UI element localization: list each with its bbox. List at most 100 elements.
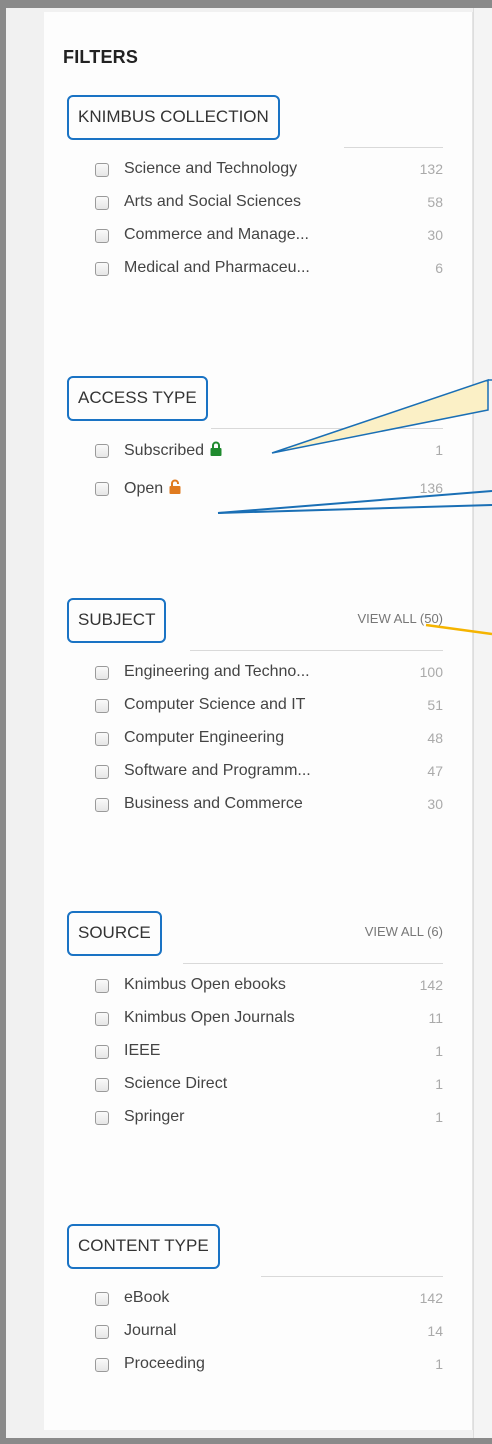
section-title-content-type: CONTENT TYPE bbox=[67, 1224, 220, 1269]
filter-option-label: Subscribed bbox=[124, 441, 222, 461]
filter-option-label: Business and Commerce bbox=[124, 795, 303, 812]
filter-option-label: Engineering and Techno... bbox=[124, 663, 310, 680]
filter-list: eBook 142 Journal 14 Proceeding 1 bbox=[63, 1284, 443, 1383]
section-title-collection: KNIMBUS COLLECTION bbox=[67, 95, 280, 140]
filter-option[interactable]: Arts and Social Sciences 58 bbox=[63, 188, 443, 221]
filter-option-count: 47 bbox=[427, 763, 443, 779]
filter-option-label: Commerce and Manage... bbox=[124, 226, 309, 243]
section-title-access-type: ACCESS TYPE bbox=[67, 376, 208, 421]
section-header: KNIMBUS COLLECTION bbox=[63, 95, 443, 155]
filter-section-content-type: CONTENT TYPE eBook 142 Journal 14 Procee… bbox=[63, 1224, 443, 1383]
checkbox[interactable] bbox=[95, 1045, 109, 1059]
filter-option-count: 48 bbox=[427, 730, 443, 746]
filter-option[interactable]: Computer Science and IT 51 bbox=[63, 691, 443, 724]
filter-option-count: 11 bbox=[428, 1010, 443, 1026]
section-divider bbox=[211, 428, 443, 429]
filter-section-source: SOURCE VIEW ALL (6) Knimbus Open ebooks … bbox=[63, 911, 443, 1136]
filter-option[interactable]: Open 136 bbox=[63, 474, 443, 507]
filter-option-label: IEEE bbox=[124, 1042, 161, 1059]
filter-list: Engineering and Techno... 100 Computer S… bbox=[63, 658, 443, 823]
filter-option-count: 100 bbox=[419, 664, 443, 680]
filter-option[interactable]: Subscribed 1 bbox=[63, 436, 443, 474]
section-header: CONTENT TYPE bbox=[63, 1224, 443, 1284]
checkbox[interactable] bbox=[95, 1012, 109, 1026]
section-title-subject: SUBJECT bbox=[67, 598, 167, 643]
section-header: SUBJECT VIEW ALL (50) bbox=[63, 598, 443, 658]
filter-option-count: 1 bbox=[435, 1043, 443, 1059]
checkbox[interactable] bbox=[95, 765, 109, 779]
filter-option-label: eBook bbox=[124, 1289, 170, 1306]
filter-option[interactable]: Business and Commerce 30 bbox=[63, 790, 443, 823]
filter-option-count: 6 bbox=[435, 260, 443, 276]
checkbox[interactable] bbox=[95, 798, 109, 812]
filter-section-collection: KNIMBUS COLLECTION Science and Technolog… bbox=[63, 95, 443, 287]
filter-option[interactable]: Proceeding 1 bbox=[63, 1350, 443, 1383]
section-header: ACCESS TYPE bbox=[63, 376, 443, 436]
filter-option[interactable]: Knimbus Open ebooks 142 bbox=[63, 971, 443, 1004]
filter-option[interactable]: Engineering and Techno... 100 bbox=[63, 658, 443, 691]
filter-option-count: 30 bbox=[427, 227, 443, 243]
checkbox[interactable] bbox=[95, 196, 109, 210]
checkbox[interactable] bbox=[95, 1325, 109, 1339]
filter-option[interactable]: Software and Programm... 47 bbox=[63, 757, 443, 790]
filter-option-label: Journal bbox=[124, 1322, 177, 1339]
filter-option-label: Knimbus Open Journals bbox=[124, 1009, 295, 1026]
filters-heading: FILTERS bbox=[63, 47, 139, 67]
filter-option-count: 1 bbox=[435, 1356, 443, 1372]
filter-option-count: 142 bbox=[419, 977, 443, 993]
lock-open-icon bbox=[169, 479, 181, 499]
filter-option-label: Knimbus Open ebooks bbox=[124, 976, 286, 993]
checkbox[interactable] bbox=[95, 1078, 109, 1092]
filter-option-label: Computer Science and IT bbox=[124, 696, 306, 713]
filter-option-count: 1 bbox=[435, 1109, 443, 1125]
section-divider bbox=[190, 650, 443, 651]
checkbox[interactable] bbox=[95, 262, 109, 276]
filter-option-count: 142 bbox=[419, 1290, 443, 1306]
filter-option-label: Science Direct bbox=[124, 1075, 228, 1092]
filter-option[interactable]: Computer Engineering 48 bbox=[63, 724, 443, 757]
section-divider bbox=[183, 963, 443, 964]
checkbox[interactable] bbox=[95, 1358, 109, 1372]
filter-option-count: 132 bbox=[419, 161, 443, 177]
checkbox[interactable] bbox=[95, 1292, 109, 1306]
section-divider bbox=[261, 1276, 443, 1277]
filter-option[interactable]: Springer 1 bbox=[63, 1103, 443, 1136]
lock-closed-icon bbox=[210, 441, 222, 461]
filter-option-count: 14 bbox=[427, 1323, 443, 1339]
checkbox[interactable] bbox=[95, 979, 109, 993]
checkbox[interactable] bbox=[95, 699, 109, 713]
filter-option-label: Open bbox=[124, 479, 181, 499]
filter-option-label: Proceeding bbox=[124, 1355, 205, 1372]
filter-option-label: Arts and Social Sciences bbox=[124, 193, 301, 210]
section-divider bbox=[344, 147, 443, 148]
filter-option[interactable]: Science and Technology 132 bbox=[63, 155, 443, 188]
filter-option[interactable]: eBook 142 bbox=[63, 1284, 443, 1317]
checkbox[interactable] bbox=[95, 732, 109, 746]
filter-option-count: 30 bbox=[427, 796, 443, 812]
content-area-edge bbox=[473, 8, 492, 1438]
view-all-subject-link[interactable]: VIEW ALL (50) bbox=[358, 611, 444, 626]
filter-list: Science and Technology 132 Arts and Soci… bbox=[63, 155, 443, 287]
filter-option[interactable]: Journal 14 bbox=[63, 1317, 443, 1350]
filter-option[interactable]: Medical and Pharmaceu... 6 bbox=[63, 254, 443, 287]
filter-option-count: 1 bbox=[435, 442, 443, 458]
filter-section-subject: SUBJECT VIEW ALL (50) Engineering and Te… bbox=[63, 598, 443, 823]
filter-option-count: 51 bbox=[427, 697, 443, 713]
filter-option[interactable]: Science Direct 1 bbox=[63, 1070, 443, 1103]
filter-option-count: 58 bbox=[427, 194, 443, 210]
checkbox[interactable] bbox=[95, 482, 109, 496]
checkbox[interactable] bbox=[95, 163, 109, 177]
filter-option[interactable]: IEEE 1 bbox=[63, 1037, 443, 1070]
checkbox[interactable] bbox=[95, 444, 109, 458]
checkbox[interactable] bbox=[95, 229, 109, 243]
checkbox[interactable] bbox=[95, 1111, 109, 1125]
filter-option-label: Medical and Pharmaceu... bbox=[124, 259, 310, 276]
filter-option[interactable]: Knimbus Open Journals 11 bbox=[63, 1004, 443, 1037]
filter-option[interactable]: Commerce and Manage... 30 bbox=[63, 221, 443, 254]
filter-option-label: Computer Engineering bbox=[124, 729, 285, 746]
filter-option-label: Springer bbox=[124, 1108, 185, 1125]
filter-list: Subscribed 1 Open 136 bbox=[63, 436, 443, 507]
checkbox[interactable] bbox=[95, 666, 109, 680]
filter-option-count: 136 bbox=[419, 480, 443, 496]
view-all-source-link[interactable]: VIEW ALL (6) bbox=[365, 924, 443, 939]
